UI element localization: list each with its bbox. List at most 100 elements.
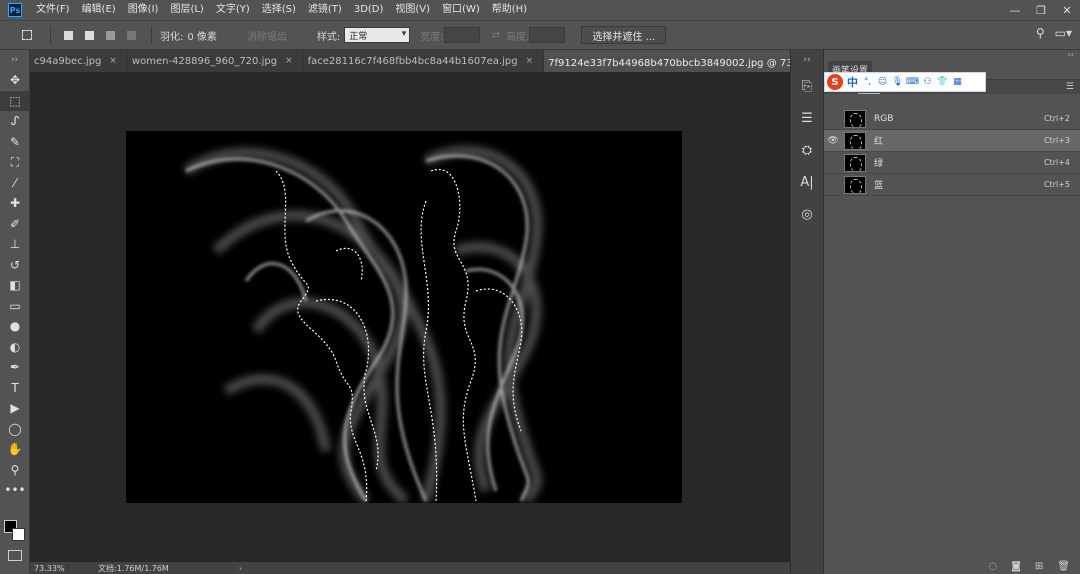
- load-selection-icon[interactable]: ◌: [988, 561, 997, 572]
- channel-name: RGB: [874, 113, 894, 124]
- eyedropper-icon[interactable]: ⁄: [0, 173, 30, 194]
- document-tab[interactable]: women-428896_960_720.jpg ×: [127, 50, 304, 72]
- toolbar-collapse-icon[interactable]: ››: [0, 50, 29, 70]
- antialias-checkbox[interactable]: 消除锯齿: [247, 28, 287, 43]
- workspace-icon[interactable]: ▭▾: [1055, 26, 1072, 40]
- menu-item[interactable]: 文件(F): [30, 0, 76, 20]
- pen-icon[interactable]: ✒: [0, 357, 30, 378]
- visibility-eye-icon[interactable]: 👁: [826, 130, 840, 152]
- subtract-selection-icon: [105, 30, 115, 40]
- tab-close-icon[interactable]: ×: [109, 56, 117, 66]
- minimize-button[interactable]: —: [1002, 0, 1028, 20]
- zoom-level[interactable]: 73.33%: [30, 563, 68, 573]
- hand-icon[interactable]: ✋: [0, 439, 30, 460]
- select-and-mask-button[interactable]: 选择并遮住 ...: [581, 26, 667, 44]
- eraser-icon[interactable]: ◧: [0, 275, 30, 296]
- visibility-eye-icon[interactable]: [826, 174, 840, 196]
- ime-mode[interactable]: 中: [847, 74, 858, 90]
- more-tools-icon[interactable]: •••: [0, 480, 30, 501]
- menu-item[interactable]: 帮助(H): [486, 0, 533, 20]
- search-icon[interactable]: ⚲: [1036, 26, 1045, 40]
- visibility-eye-icon[interactable]: [826, 108, 840, 130]
- canvas-area[interactable]: [30, 72, 775, 562]
- stamp-icon[interactable]: ⊥: [0, 234, 30, 255]
- libraries-panel-icon[interactable]: ⛭: [791, 134, 823, 166]
- style-select[interactable]: 正常: [344, 27, 411, 43]
- marquee-icon[interactable]: ⬚: [0, 90, 30, 111]
- menu-item[interactable]: 视图(V): [389, 0, 436, 20]
- background-color-swatch[interactable]: [12, 528, 25, 541]
- tab-close-icon[interactable]: ×: [285, 56, 293, 66]
- menu-item[interactable]: 选择(S): [256, 0, 302, 20]
- smoke-image: [183, 146, 543, 503]
- ellipse-icon[interactable]: ◯: [0, 419, 30, 440]
- channel-shortcut: Ctrl+2: [1043, 114, 1070, 123]
- crop-icon[interactable]: ⛶: [0, 152, 30, 173]
- document-canvas[interactable]: [126, 131, 682, 503]
- document-tab[interactable]: c94a9bec.jpg ×: [30, 50, 128, 72]
- feather-input[interactable]: 0 像素: [187, 28, 217, 43]
- channel-row[interactable]: 绿 Ctrl+4: [824, 152, 1080, 174]
- blur-icon[interactable]: ●: [0, 316, 30, 337]
- panel-collapse-icon[interactable]: ‹‹: [824, 50, 1080, 60]
- sogou-logo[interactable]: S: [827, 74, 843, 90]
- width-label: 宽度:: [420, 31, 444, 43]
- window-controls: — ❐ ✕: [1002, 0, 1080, 20]
- close-button[interactable]: ✕: [1054, 0, 1080, 20]
- document-tab[interactable]: face28116c7f468fbb4bc8a44b1607ea.jpg ×: [303, 50, 545, 72]
- menu-item[interactable]: 滤镜(T): [302, 0, 348, 20]
- subtract-selection-button[interactable]: [101, 26, 119, 44]
- height-input[interactable]: [529, 27, 566, 43]
- color-swatches[interactable]: [4, 520, 28, 544]
- grid-icon[interactable]: ▦: [952, 77, 963, 88]
- cc-libraries-icon[interactable]: ◎: [791, 198, 823, 230]
- quick-mask-icon[interactable]: [8, 550, 22, 561]
- tool-preset-picker[interactable]: [12, 24, 42, 46]
- tab-close-icon[interactable]: ×: [526, 56, 534, 66]
- save-selection-icon[interactable]: ◙: [1011, 561, 1021, 572]
- swap-icon[interactable]: ⇄: [492, 30, 500, 41]
- dock-collapse-icon[interactable]: ››: [791, 50, 823, 70]
- gradient-icon[interactable]: ▭: [0, 296, 30, 317]
- shirt-icon[interactable]: 👕: [937, 77, 948, 88]
- lasso-icon[interactable]: ᔑ: [0, 111, 30, 132]
- panel-menu-icon[interactable]: ☰: [1066, 82, 1080, 92]
- channel-name: 绿: [874, 159, 884, 169]
- mic-icon[interactable]: 🎙: [892, 77, 903, 88]
- restore-button[interactable]: ❐: [1028, 0, 1054, 20]
- history-brush-icon[interactable]: ↺: [0, 255, 30, 276]
- add-selection-button[interactable]: [80, 26, 98, 44]
- path-select-icon[interactable]: ▶: [0, 398, 30, 419]
- brush-icon[interactable]: ✐: [0, 214, 30, 235]
- menu-item[interactable]: 编辑(E): [76, 0, 122, 20]
- new-channel-icon[interactable]: ⊞: [1035, 561, 1043, 572]
- new-selection-button[interactable]: [59, 26, 77, 44]
- channel-row[interactable]: RGB Ctrl+2: [824, 108, 1080, 130]
- channel-row[interactable]: 蓝 Ctrl+5: [824, 174, 1080, 196]
- emoji-icon[interactable]: ☺: [877, 77, 888, 88]
- channel-name: 蓝: [874, 181, 884, 191]
- history-panel-icon[interactable]: ⎘: [791, 70, 823, 102]
- healing-icon[interactable]: ✚: [0, 193, 30, 214]
- menu-item[interactable]: 3D(D): [348, 0, 390, 20]
- zoom-icon[interactable]: ⚲: [0, 460, 30, 481]
- dodge-icon[interactable]: ◐: [0, 337, 30, 358]
- properties-panel-icon[interactable]: ☰: [791, 102, 823, 134]
- menu-item[interactable]: 文字(Y): [210, 0, 256, 20]
- type-icon[interactable]: T: [0, 378, 30, 399]
- menu-item[interactable]: 图像(I): [122, 0, 165, 20]
- move-icon[interactable]: ✥: [0, 70, 30, 91]
- channel-row[interactable]: 👁 红 Ctrl+3: [824, 130, 1080, 152]
- character-panel-icon[interactable]: A|: [791, 166, 823, 198]
- width-input[interactable]: [443, 27, 480, 43]
- menu-item[interactable]: 窗口(W): [436, 0, 486, 20]
- users-icon[interactable]: ⚇: [922, 77, 933, 88]
- quick-select-icon[interactable]: ✎: [0, 132, 30, 153]
- menu-item[interactable]: 图层(L): [164, 0, 209, 20]
- visibility-eye-icon[interactable]: [826, 152, 840, 174]
- keyboard-icon[interactable]: ⌨: [906, 77, 919, 88]
- punctuation-icon[interactable]: °,: [862, 77, 873, 88]
- status-menu-arrow[interactable]: ›: [239, 564, 242, 573]
- intersect-selection-button[interactable]: [122, 26, 140, 44]
- delete-channel-icon[interactable]: 🗑: [1057, 561, 1070, 572]
